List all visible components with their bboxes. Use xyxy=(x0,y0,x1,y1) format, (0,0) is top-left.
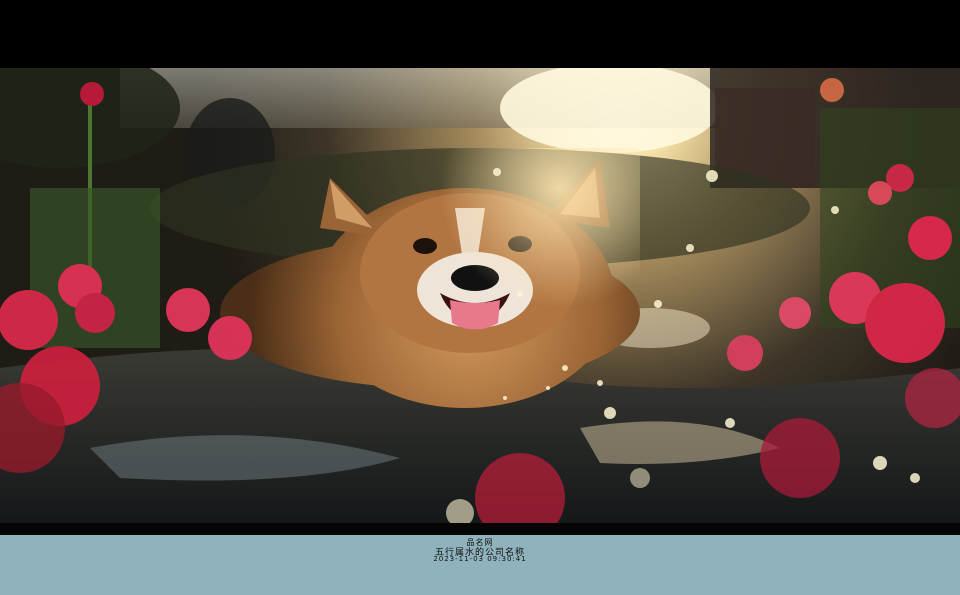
bottom-letterbox-bar xyxy=(0,523,960,535)
dog-photo xyxy=(0,68,960,523)
caption-timestamp: 2023-11-03 09:30:41 xyxy=(433,555,527,563)
photo-illustration xyxy=(0,68,960,523)
top-letterbox-bar xyxy=(0,0,960,68)
caption-bar: 品名网 五行属水的公司名称 2023-11-03 09:30:41 xyxy=(0,535,960,595)
page: 品名网 五行属水的公司名称 2023-11-03 09:30:41 xyxy=(0,0,960,595)
